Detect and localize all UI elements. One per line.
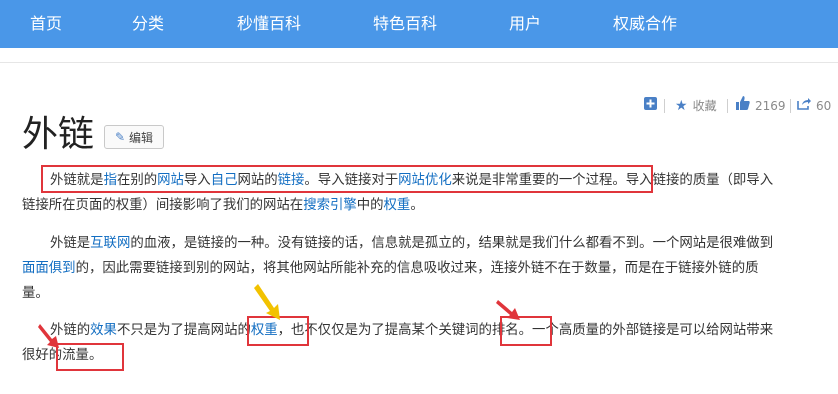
nav-item-authority[interactable]: 权威合作 <box>613 0 677 48</box>
yellow-arrow-icon <box>254 284 280 320</box>
body-text: 量。 <box>22 286 49 301</box>
paragraph-line: 量。 <box>22 281 49 307</box>
header-divider <box>0 62 838 63</box>
body-text: 的，因此需要链接到别的网站，将其他网站所能补充的信息吸收过来，连接外链不在于数量… <box>75 261 759 276</box>
body-text: 外链就是 <box>50 173 104 188</box>
share-count: 60 <box>816 99 832 113</box>
inline-link[interactable]: 指 <box>104 173 117 188</box>
body-text: 外链的 <box>50 323 91 338</box>
paragraph-line: 链接所在页面的权重）间接影响了我们的网站在搜索引擎中的权重。 <box>22 193 424 219</box>
nav-item-miaodong[interactable]: 秒懂百科 <box>237 0 301 48</box>
body-text: 。 <box>410 198 424 213</box>
page-title: 外链 <box>22 114 95 155</box>
body-text: 中的 <box>356 198 384 213</box>
add-button[interactable] <box>644 96 662 116</box>
share-button[interactable]: 60 <box>797 96 831 116</box>
plus-square-icon <box>644 96 657 116</box>
inline-link[interactable]: 权重 <box>251 323 278 338</box>
favorite-button[interactable]: ★ 收藏 <box>675 96 717 116</box>
body-text: 的血液，是链接的一种。没有链接的话，信息就是孤立的，结果就是我们什么都看不到。一… <box>130 236 774 251</box>
paragraph-line: 很好的流量。 <box>22 343 102 369</box>
body-text: 在别的 <box>116 173 158 188</box>
body-text: 不只是为了提高网站的 <box>116 323 251 338</box>
inline-link[interactable]: 效果 <box>90 323 117 338</box>
body-text: 导入 <box>183 173 211 188</box>
thumbs-up-icon <box>736 96 750 116</box>
divider <box>664 99 665 113</box>
inline-link[interactable]: 搜索引擎 <box>303 198 357 213</box>
body-text: 链接所在页面的权重）间接影响了我们的网站在 <box>22 198 304 213</box>
inline-link[interactable]: 互联网 <box>90 236 130 251</box>
body-text: 。导入链接对于 <box>304 173 399 188</box>
paragraph-line: 外链就是指在别的网站导入自己网站的链接。导入链接对于网站优化来说是非常重要的一个… <box>50 168 773 194</box>
action-bar: ★ 收藏 2169 60 <box>0 96 838 116</box>
body-text: 很好的流量。 <box>22 348 103 363</box>
nav-item-home[interactable]: 首页 <box>30 0 62 48</box>
body-text: 外链是 <box>50 236 91 251</box>
like-button[interactable]: 2169 <box>736 96 786 116</box>
inline-link[interactable]: 链接 <box>278 173 305 188</box>
body-text: ，也不仅仅是为了提高某个关键词的排名。一个高质量的外部链接是可以给网站带来 <box>277 323 774 338</box>
like-count: 2169 <box>755 99 786 113</box>
paragraph-line: 外链的效果不只是为了提高网站的权重，也不仅仅是为了提高某个关键词的排名。一个高质… <box>50 318 773 344</box>
inline-link[interactable]: 权重 <box>384 198 411 213</box>
nav-item-category[interactable]: 分类 <box>132 0 164 48</box>
pencil-icon: ✎ <box>114 130 126 144</box>
paragraph-line: 面面俱到的，因此需要链接到别的网站，将其他网站所能补充的信息吸收过来，连接外链不… <box>22 256 758 282</box>
nav-item-users[interactable]: 用户 <box>509 0 541 48</box>
favorite-label: 收藏 <box>692 99 717 113</box>
inline-link[interactable]: 自己 <box>211 173 238 188</box>
divider <box>790 99 791 113</box>
share-icon <box>797 96 811 116</box>
nav-item-featured[interactable]: 特色百科 <box>373 0 437 48</box>
edit-label: 编辑 <box>129 130 154 145</box>
inline-link[interactable]: 面面俱到 <box>22 261 76 276</box>
paragraph-line: 外链是互联网的血液，是链接的一种。没有链接的话，信息就是孤立的，结果就是我们什么… <box>50 231 773 257</box>
inline-link[interactable]: 网站优化 <box>398 173 452 188</box>
star-icon: ★ <box>675 98 688 114</box>
inline-link[interactable]: 网站 <box>157 173 184 188</box>
body-text: 网站的 <box>237 173 278 188</box>
divider <box>727 99 728 113</box>
body-text: 来说是非常重要的一个过程。导入链接的质量（即导入 <box>451 173 774 188</box>
top-nav: 首页 分类 秒懂百科 特色百科 用户 权威合作 <box>0 0 838 48</box>
edit-button[interactable]: ✎ 编辑 <box>104 125 164 149</box>
